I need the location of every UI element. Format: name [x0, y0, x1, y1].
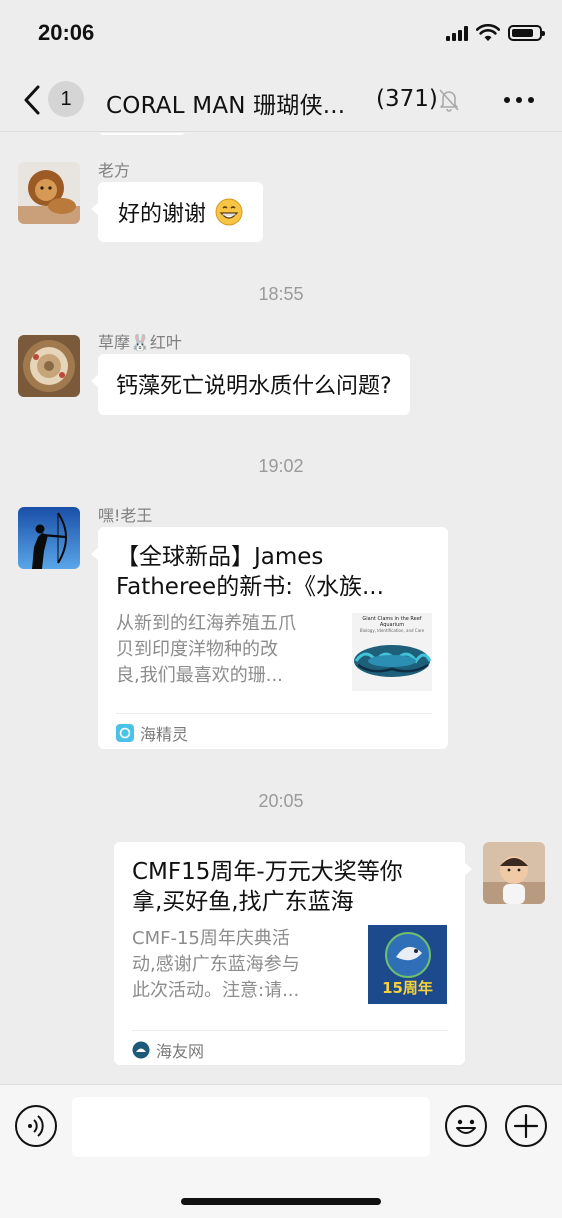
thumbnail-caption: 15周年	[382, 979, 433, 997]
mini-program-icon	[116, 724, 134, 742]
status-time: 20:06	[38, 20, 95, 45]
message-input[interactable]	[72, 1097, 430, 1157]
card-thumbnail: Giant Clams in the Reef Aquarium Biology…	[352, 613, 432, 691]
avatar[interactable]	[18, 162, 80, 224]
card-title-line: Fatheree的新书:《水族...	[116, 574, 384, 600]
link-card[interactable]: CMF15周年-万元大奖等你 拿,买好鱼,找广东蓝海 CMF-15周年庆典活 动…	[114, 842, 472, 1065]
status-bar: 20:06	[0, 0, 562, 68]
card-source: 海友网	[132, 1038, 204, 1062]
card-description-line: 良,我们最喜欢的珊...	[116, 665, 283, 686]
sender-name: 嘿!老王	[98, 506, 153, 525]
grinning-face-icon	[215, 198, 243, 226]
thumbnail-title: Giant Clams in the Reef Aquarium	[362, 616, 422, 628]
card-source-label: 海友网	[156, 1042, 205, 1061]
card-description-line: CMF-15周年庆典活	[132, 928, 290, 949]
card-divider	[116, 713, 432, 714]
previous-bubble-edge	[98, 133, 186, 135]
site-logo-icon	[132, 1041, 150, 1059]
timestamp: 19:02	[258, 456, 304, 476]
self-avatar[interactable]	[483, 842, 545, 904]
card-source-label: 海精灵	[140, 725, 189, 744]
avatar[interactable]	[18, 507, 80, 569]
card-title-line: 拿,买好鱼,找广东蓝海	[132, 889, 354, 915]
sender-name: 老方	[98, 161, 131, 180]
message-bubble[interactable]: 好的谢谢	[90, 182, 264, 242]
smiley-icon	[456, 1119, 476, 1134]
more-actions-button[interactable]	[505, 1105, 547, 1147]
cellular-signal-icon	[446, 25, 468, 41]
card-thumbnail: 15周年	[368, 925, 447, 1004]
mute-bell-icon	[439, 89, 459, 112]
plus-icon	[513, 1113, 539, 1139]
card-divider	[132, 1030, 448, 1031]
voice-input-button[interactable]	[15, 1105, 57, 1147]
giant-clam-image	[354, 645, 432, 677]
chat-header: 1 CORAL MAN 珊瑚侠... (371)	[0, 68, 562, 132]
chat-title[interactable]: CORAL MAN 珊瑚侠...	[106, 86, 345, 120]
timestamp: 18:55	[258, 284, 304, 304]
card-description-line: 贝到印度洋物种的改	[116, 639, 278, 660]
message-list[interactable]: 老方 好的谢谢 18:55 草摩🐰红叶 钙藻死亡说明水质什么问题? 19:02	[0, 133, 562, 1084]
more-options-icon[interactable]	[504, 97, 534, 103]
card-title-line: 【全球新品】James	[116, 544, 324, 570]
back-chevron-icon[interactable]	[20, 84, 44, 116]
emoji-button[interactable]	[445, 1105, 487, 1147]
message-text: 钙藻死亡说明水质什么问题?	[116, 374, 392, 399]
link-card[interactable]: 【全球新品】James Fatheree的新书:《水族... 从新到的红海养殖五…	[91, 527, 448, 749]
card-description-line: 从新到的红海养殖五爪	[116, 613, 296, 634]
avatar[interactable]	[18, 335, 80, 397]
wifi-icon	[476, 24, 500, 41]
home-indicator[interactable]	[181, 1198, 381, 1205]
status-icons	[446, 24, 545, 42]
card-title-line: CMF15周年-万元大奖等你	[132, 859, 403, 885]
timestamp: 20:05	[258, 791, 304, 811]
voice-wave-icon	[28, 1115, 44, 1137]
battery-icon	[508, 25, 545, 41]
message-text: 好的谢谢	[118, 202, 207, 227]
card-description-line: 此次活动。注意:请...	[132, 980, 300, 1001]
message-bubble[interactable]: 钙藻死亡说明水质什么问题?	[91, 354, 410, 415]
card-description-line: 动,感谢广东蓝海参与	[132, 954, 300, 975]
sender-name: 草摩🐰红叶	[98, 333, 182, 352]
member-count: (371)	[376, 86, 438, 112]
card-source: 海精灵	[116, 721, 188, 745]
unread-count-badge[interactable]: 1	[48, 81, 84, 117]
